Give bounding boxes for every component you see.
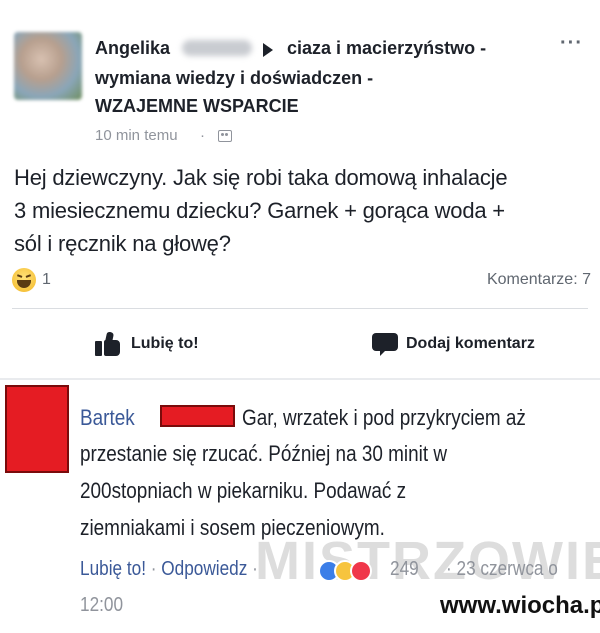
- haha-eye-right: [25, 274, 32, 279]
- post-text-line: sól i ręcznik na głowę?: [14, 231, 231, 256]
- action-separator: ·: [247, 558, 258, 580]
- post-text-line: 3 miesiecznemu dziecku? Garnek + gorąca …: [14, 198, 505, 223]
- redacted-surname: [160, 405, 235, 427]
- comment-reply-link[interactable]: Odpowiedz: [161, 558, 247, 580]
- love-reaction-icon[interactable]: [350, 560, 372, 582]
- meta-separator: ·: [200, 127, 205, 144]
- haha-reaction-icon[interactable]: [12, 268, 36, 292]
- comment-author-avatar-redacted[interactable]: [5, 385, 69, 473]
- post-timestamp[interactable]: 10 min temu: [95, 127, 178, 144]
- author-name[interactable]: Angelika: [95, 38, 170, 59]
- group-name-line3[interactable]: WZAJEMNE WSPARCIE: [95, 96, 299, 117]
- thumbs-up-icon: [95, 331, 123, 356]
- add-comment-button[interactable]: Dodaj komentarz: [372, 330, 535, 358]
- divider: [12, 308, 588, 309]
- comment-like-link[interactable]: Lubię to!: [80, 558, 146, 580]
- reaction-count[interactable]: 1: [42, 271, 51, 289]
- comment-author-name[interactable]: Bartek: [80, 405, 135, 431]
- post-text-line: Hej dziewczyny. Jak się robi taka domową…: [14, 165, 508, 190]
- action-separator: ·: [145, 558, 162, 580]
- like-button[interactable]: Lubię to!: [95, 330, 199, 358]
- add-comment-label: Dodaj komentarz: [406, 335, 535, 352]
- comment-text-line: 200stopniach w piekarniku. Podawać z: [80, 478, 407, 503]
- author-avatar[interactable]: [14, 32, 82, 100]
- blurred-surname: [182, 40, 252, 56]
- comment-text-line: Gar, wrzatek i pod przykryciem aż: [242, 405, 526, 430]
- group-name-line2[interactable]: wymiana wiedzy i doświadczen -: [95, 68, 373, 89]
- group-audience-icon: [218, 130, 232, 142]
- haha-eye-left: [16, 274, 23, 279]
- arrow-right-icon: [263, 43, 273, 57]
- comment-bubble-icon: [372, 332, 398, 356]
- comment-time[interactable]: 12:00: [80, 594, 123, 617]
- post-card: Angelika ciaza i macierzyństwo - wymiana…: [0, 0, 600, 378]
- group-name-link[interactable]: ciaza i macierzyństwo -: [287, 38, 486, 59]
- wiocha-watermark: www.wiocha.pl: [440, 592, 600, 619]
- haha-mouth: [17, 280, 31, 288]
- comment-actions: Lubię to! · Odpowiedz ·: [80, 558, 258, 581]
- more-horizontal-icon[interactable]: ···: [560, 32, 583, 55]
- section-separator: [0, 378, 600, 380]
- comment-text-line: przestanie się rzucać. Później na 30 min…: [80, 441, 448, 466]
- comment-date[interactable]: · 23 czerwca o: [446, 558, 558, 581]
- comments-count[interactable]: Komentarze: 7: [487, 271, 591, 289]
- comment-reactions-count[interactable]: 249: [390, 558, 419, 581]
- like-button-label: Lubię to!: [131, 335, 199, 352]
